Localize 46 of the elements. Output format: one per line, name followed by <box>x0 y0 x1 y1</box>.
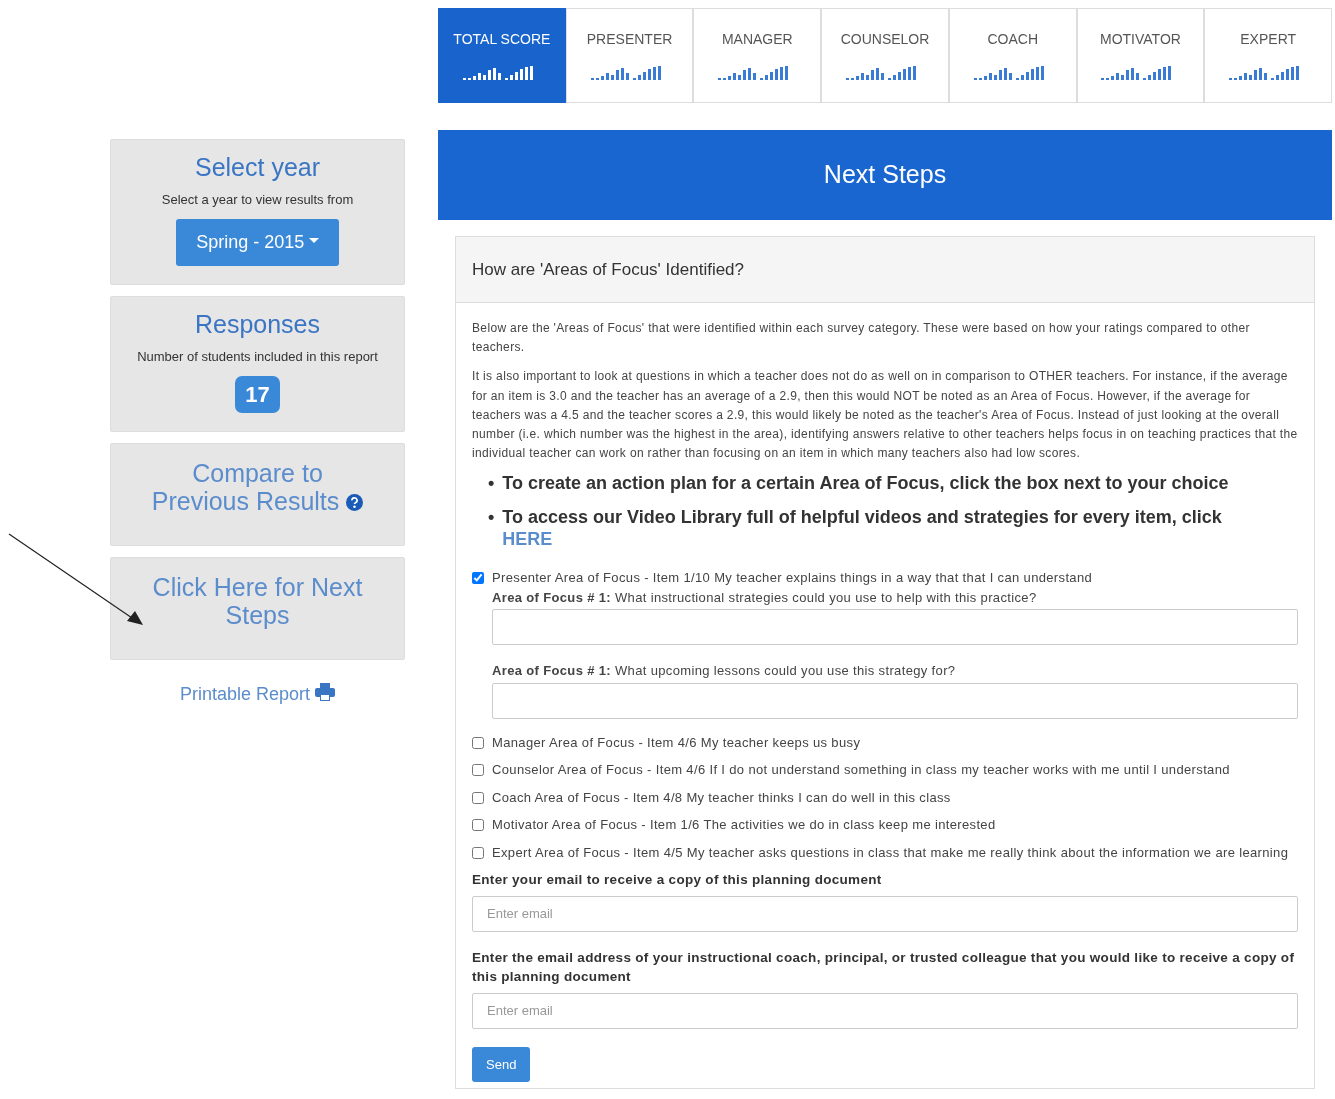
card-title: Responses <box>193 311 322 339</box>
answer-field[interactable] <box>492 682 1298 719</box>
tab[interactable]: EXPERT <box>1204 8 1333 103</box>
focus-item-label: Presenter Area of Focus - Item 1/10 My teacher explains things in a way that that I can understand <box>492 569 1094 588</box>
checkbox[interactable] <box>472 846 484 859</box>
count-badge: 17 <box>235 376 280 413</box>
focus-item-label: Expert Area of Focus - Item 4/5 My teacher asks questions in class that make me really think about the information we are learning <box>492 843 1290 862</box>
tab[interactable]: TOTAL SCORE <box>438 8 566 103</box>
checkbox[interactable] <box>472 572 484 585</box>
panel-heading: How are 'Areas of Focus' Identified? <box>456 236 1314 303</box>
focus-item-label: Counselor Area of Focus - Item 4/6 If I do not understand something in class my teacher works with me until I understand <box>492 761 1231 780</box>
field-label: Enter the email address of your instructional coach, principal, or trusted colleague that you would like to receive a copy of this planning document <box>472 948 1296 987</box>
field-label: Enter your email to receive a copy of this planning document <box>472 871 883 890</box>
paragraph: It is also important to look at questions in which a teacher does not do as well on in comparison to OTHER teachers. For instance, if the average for an item is 3.0 and the teacher has an average of a 2.9, then this would NOT be noted as an Area of Focus. However, if the average for teachers was a 4.5 and the teacher scores a 2.9, this would likely be noted as the teacher's Area of Focus. Instead of just looking at the overall number (i.e. which number was the highest in the area), identifying answers relative to other teachers helps focus in on teaching practices that the individual teacher can work on rather than focusing on an item in which many teachers also had low scores. <box>472 368 1298 463</box>
tab[interactable]: PRESENTER <box>565 8 694 103</box>
printer-icon <box>315 683 336 701</box>
bullet-item: To access our Video Library full of helpful videos and strategies for every item, click <box>502 506 1222 529</box>
checkbox[interactable] <box>472 736 484 749</box>
answer-field[interactable] <box>492 609 1298 646</box>
year-dropdown[interactable]: Spring - 2015 <box>176 219 339 266</box>
card-subtitle: Number of students included in this report <box>136 347 379 366</box>
focus-item-label: Coach Area of Focus - Item 4/8 My teacher thinks I can do well in this class <box>492 788 952 807</box>
email-field[interactable]: Enter email <box>472 992 1298 1029</box>
checkbox[interactable] <box>472 819 484 832</box>
help-icon[interactable] <box>346 493 364 511</box>
bullet-item: To create an action plan for a certain Area of Focus, click the box next to your choice <box>502 473 1229 495</box>
email-field[interactable]: Enter email <box>472 895 1298 932</box>
checkbox[interactable] <box>472 764 484 777</box>
send-button[interactable]: Send <box>472 1046 531 1083</box>
checkbox[interactable] <box>472 791 484 804</box>
tab[interactable]: COACH <box>948 8 1077 103</box>
card-subtitle: Select a year to view results from <box>160 190 355 209</box>
question-label: Area of Focus # 1: What instructional strategies could you use to help with this practice? <box>492 588 1038 607</box>
card-title: Select year <box>193 154 322 182</box>
tab[interactable]: COUNSELOR <box>821 8 949 103</box>
page-header: Next Steps <box>438 130 1332 220</box>
paragraph: Below are the 'Areas of Focus' that were identified within each survey category. These were based on how your ratings compared to other teachers. <box>472 320 1251 357</box>
focus-item-label: Manager Area of Focus - Item 4/6 My teacher keeps us busy <box>492 733 862 752</box>
here-link[interactable]: HERE <box>502 528 553 551</box>
tab[interactable]: MOTIVATOR <box>1076 8 1205 103</box>
bullet-marker: • <box>487 473 495 495</box>
question-label: Area of Focus # 1: What upcoming lessons could you use this strategy for? <box>492 662 957 681</box>
bullet-marker: • <box>487 506 495 529</box>
tab[interactable]: MANAGER <box>693 8 822 103</box>
focus-item-label: Motivator Area of Focus - Item 1/6 The activities we do in class keep me interested <box>492 816 997 835</box>
printable-report-link[interactable]: Printable Report <box>110 683 405 705</box>
